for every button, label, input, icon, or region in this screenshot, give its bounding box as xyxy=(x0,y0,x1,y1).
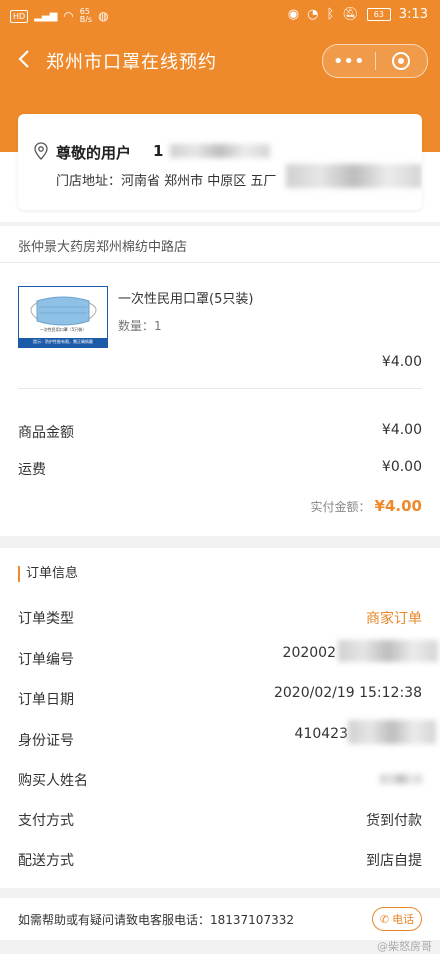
address-card[interactable]: 尊敬的用户 1 门店地址：河南省 郑州市 中原区 五厂 xyxy=(18,114,422,210)
product-image-note: 提示：防护性能有限，需正确佩戴 xyxy=(33,339,93,344)
divider xyxy=(18,388,422,389)
watermark: @柴怒房哥 xyxy=(377,940,432,953)
call-button[interactable]: ✆ 电话 xyxy=(372,907,422,931)
order-date-label: 订单日期 xyxy=(18,692,74,708)
delivery-method-value: 到店自提 xyxy=(366,853,422,869)
redacted-buyer-name xyxy=(380,774,422,784)
target-icon xyxy=(392,52,411,70)
wifi-icon: ◠ xyxy=(63,9,74,23)
paid-amount: 实付金额： ¥4.00 xyxy=(311,497,422,515)
location-pin-icon xyxy=(34,142,48,160)
net-speed: 65 B/s xyxy=(79,7,93,24)
redacted-order-number xyxy=(338,640,438,662)
goods-amount-label: 商品金额 xyxy=(18,425,74,441)
order-type-value: 商家订单 xyxy=(366,611,422,627)
product-image-caption: 一次性民用口罩（5只装） xyxy=(39,327,87,332)
paid-label: 实付金额： xyxy=(310,500,371,514)
divider xyxy=(0,262,440,263)
shipping-value: ¥0.00 xyxy=(381,459,422,475)
alarm-icon: ◔ xyxy=(307,7,319,22)
wechat-icon: ◍ xyxy=(98,9,109,23)
order-date-value: 2020/02/19 15:12:38 xyxy=(273,685,422,701)
order-info-section xyxy=(0,548,440,888)
back-arrow-icon[interactable] xyxy=(14,48,36,70)
eye-icon: ◉ xyxy=(287,7,300,22)
goods-amount-value: ¥4.00 xyxy=(381,422,422,438)
order-goods-section xyxy=(0,226,440,536)
product-quantity: 数量：1 xyxy=(118,319,162,333)
user-greeting: 尊敬的用户 xyxy=(56,144,132,162)
id-number-value: 410423 xyxy=(294,726,348,742)
order-info-title: 订单信息 xyxy=(18,566,78,582)
help-bar: 如需帮助或有疑问请致电客服电话：18137107332 ✆ 电话 xyxy=(0,898,440,940)
payment-method-value: 货到付款 xyxy=(366,813,422,829)
order-number-value: 202002 xyxy=(282,645,336,661)
order-type-label: 订单类型 xyxy=(18,611,74,627)
product-image[interactable]: 一次性民用口罩（5只装） 提示：防护性能有限，需正确佩戴 xyxy=(18,286,108,348)
battery-icon: 63 xyxy=(366,8,391,21)
paid-value: ¥4.00 xyxy=(374,497,422,515)
payment-method-label: 支付方式 xyxy=(18,813,74,829)
nav-bar: 郑州市口罩在线预约 ••• xyxy=(0,38,440,82)
store-name: 张仲景大药房郑州棉纺中路店 xyxy=(18,240,188,255)
order-number-label: 订单编号 xyxy=(18,652,74,668)
signal-icon: ▂▄▆ xyxy=(34,10,58,22)
redacted-id-number xyxy=(348,720,436,744)
hd-icon: HD xyxy=(10,9,29,23)
phone-icon: ✆ xyxy=(379,912,390,926)
product-price: ¥4.00 xyxy=(381,354,422,370)
redacted-address xyxy=(286,164,422,188)
close-miniprogram-button[interactable] xyxy=(375,45,427,77)
id-number-label: 身份证号 xyxy=(18,733,74,749)
user-phone: 1 xyxy=(153,142,164,160)
store-address: 门店地址：河南省 郑州市 中原区 五厂 xyxy=(56,174,277,189)
miniprogram-capsule: ••• xyxy=(322,44,428,78)
mask-icon xyxy=(19,296,107,347)
delivery-method-label: 配送方式 xyxy=(18,853,74,869)
shipping-label: 运费 xyxy=(18,462,46,478)
buyer-name-label: 购买人姓名 xyxy=(18,773,88,789)
clock-time: 3:13 xyxy=(398,7,428,22)
call-label: 电话 xyxy=(392,913,415,926)
bluetooth-icon: ᛒ xyxy=(326,7,335,22)
page-title: 郑州市口罩在线预约 xyxy=(46,52,217,73)
help-text: 如需帮助或有疑问请致电客服电话：18137107332 xyxy=(18,913,294,927)
status-bar: HD ▂▄▆ ◠ 65 B/s ◍ ◉ ◔ ᛒ 🔕︎ 63 3:13 xyxy=(0,0,440,32)
more-button[interactable]: ••• xyxy=(323,45,375,77)
redacted-phone xyxy=(170,144,270,158)
product-name: 一次性民用口罩(5只装) xyxy=(118,292,254,307)
mute-icon: 🔕︎ xyxy=(342,7,359,22)
